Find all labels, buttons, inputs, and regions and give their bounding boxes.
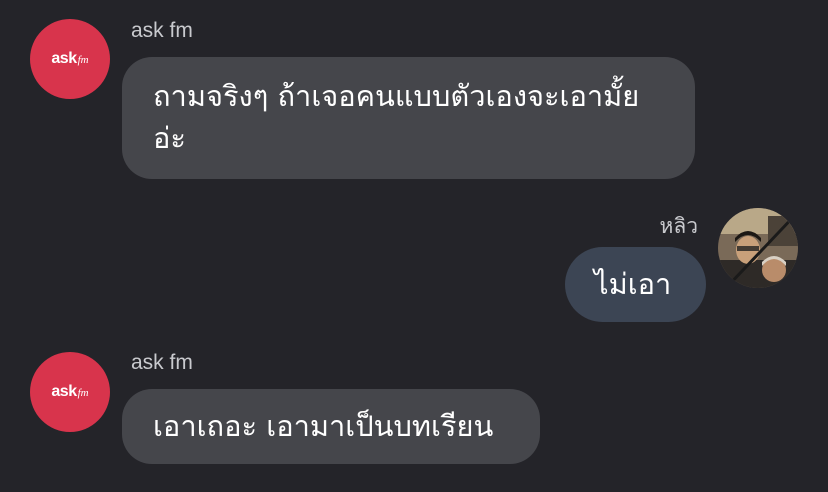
sender-name-self: หลิว (659, 215, 698, 238)
user-avatar[interactable] (718, 208, 798, 288)
message-bubble-incoming[interactable]: ถามจริงๆ ถ้าเจอคนแบบตัวเองจะเอามั้ยอ่ะ (122, 57, 695, 179)
askfm-logo-text: ask (51, 50, 77, 67)
askfm-avatar[interactable]: ask fm (30, 19, 110, 99)
sender-name: ask fm (131, 19, 193, 42)
askfm-logo-icon: ask fm (51, 383, 88, 401)
askfm-logo-text: ask (51, 383, 77, 400)
user-photo-icon (718, 208, 798, 288)
askfm-logo-icon: ask fm (51, 50, 88, 68)
askfm-avatar[interactable]: ask fm (30, 352, 110, 432)
message-bubble-outgoing[interactable]: ไม่เอา (565, 247, 706, 322)
askfm-logo-subtext: fm (77, 54, 89, 66)
message-bubble-incoming[interactable]: เอาเถอะ เอามาเป็นบทเรียน (122, 389, 540, 464)
sender-name: ask fm (131, 351, 193, 374)
askfm-logo-subtext: fm (77, 387, 89, 399)
